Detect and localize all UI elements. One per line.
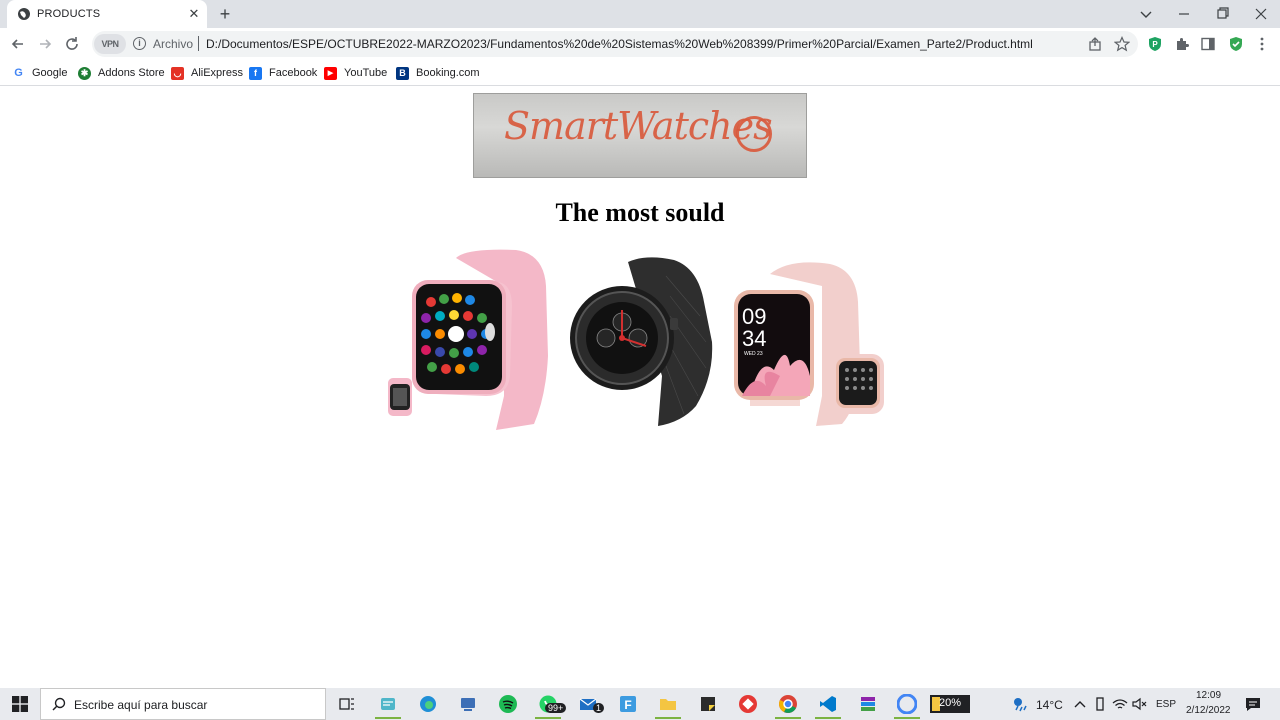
facebook-icon: f (249, 66, 262, 80)
globe-icon (18, 8, 30, 20)
tab-search-chevron-icon[interactable] (1136, 4, 1156, 24)
bookmark-label: Booking.com (416, 67, 480, 79)
bookmark-addons-store[interactable]: ✱ Addons Store (78, 65, 165, 81)
anydesk-icon[interactable] (738, 694, 758, 714)
bookmark-label: YouTube (344, 67, 388, 79)
running-indicator (775, 717, 801, 719)
winrar-icon[interactable] (858, 694, 878, 714)
bookmark-google[interactable]: G Google (12, 65, 67, 81)
new-tab-button[interactable]: + (216, 5, 234, 23)
menu-kebab-icon[interactable] (1254, 36, 1270, 52)
side-panel-icon[interactable] (1200, 36, 1216, 52)
weather-icon[interactable] (1010, 694, 1030, 714)
running-indicator (375, 717, 401, 719)
filezilla-icon[interactable]: F (618, 694, 638, 714)
mail-badge: 1 (593, 703, 605, 713)
tray-chevron-up-icon[interactable] (1070, 694, 1090, 714)
sticky-notes-icon[interactable] (698, 694, 718, 714)
bookmark-label: Facebook (269, 67, 318, 79)
file-explorer-notes-icon[interactable] (378, 694, 398, 714)
smartwatches-banner-image: SmartWatches (473, 93, 807, 178)
aliexpress-icon: ◡ (171, 66, 184, 80)
language-indicator[interactable]: ESP (1156, 699, 1176, 710)
clock-date[interactable]: 2/12/2022 (1186, 705, 1231, 716)
close-window-icon[interactable] (1251, 4, 1271, 24)
usb-device-icon[interactable] (1090, 694, 1110, 714)
windows-start-icon[interactable] (12, 696, 28, 712)
bookmark-booking[interactable]: B Booking.com (396, 65, 480, 81)
watch-minute: 34 (742, 326, 766, 351)
search-icon (52, 697, 66, 711)
taskbar-search-box[interactable]: Escribe aquí para buscar (40, 688, 326, 720)
vscode-icon[interactable] (818, 694, 838, 714)
wifi-icon[interactable] (1110, 694, 1130, 714)
share-icon[interactable] (1087, 36, 1103, 52)
bookmark-star-icon[interactable] (1114, 36, 1130, 52)
svg-text:P: P (1152, 40, 1158, 49)
chrome-icon[interactable] (778, 694, 798, 714)
bookmark-aliexpress[interactable]: ◡ AliExpress (171, 65, 243, 81)
tab-strip: PRODUCTS ✕ + (0, 0, 1280, 28)
tab-close-icon[interactable]: ✕ (187, 7, 201, 21)
tab-title: PRODUCTS (37, 8, 101, 20)
folder-icon[interactable] (658, 694, 678, 714)
notifications-icon[interactable] (1243, 694, 1263, 714)
battery-widget[interactable]: 20% (930, 695, 970, 713)
running-indicator (655, 717, 681, 719)
speaker-muted-icon[interactable] (1130, 694, 1150, 714)
scheme-label: Archivo (153, 37, 194, 51)
whatsapp-badge: 99+ (545, 703, 567, 713)
page-content: SmartWatches The most sould 09 34 WED 23 (0, 86, 1280, 688)
url-text[interactable]: D:/Documentos/ESPE/OCTUBRE2022-MARZO2023… (206, 37, 1033, 51)
running-indicator (894, 717, 920, 719)
youtube-icon: ▶ (324, 66, 337, 80)
watch-date: WED 23 (744, 351, 763, 357)
address-bar[interactable]: VPN i Archivo D:/Documentos/ESPE/OCTUBRE… (92, 31, 1138, 57)
restore-icon[interactable] (1212, 4, 1232, 24)
tab-products[interactable]: PRODUCTS ✕ (7, 0, 207, 28)
product-image-black-smartwatch[interactable] (566, 246, 716, 432)
active-browser-icon[interactable] (897, 694, 917, 714)
bookmark-label: Google (32, 67, 68, 79)
banner-text: SmartWatches (504, 104, 773, 148)
back-arrow-icon[interactable] (8, 34, 28, 54)
minimize-icon[interactable] (1174, 4, 1194, 24)
booking-icon: B (396, 66, 409, 80)
bookmark-label: Addons Store (98, 67, 165, 79)
extensions-puzzle-icon[interactable] (1174, 36, 1190, 52)
spotify-icon[interactable] (498, 694, 518, 714)
product-image-rose-smartwatch[interactable]: 09 34 WED 23 (730, 246, 890, 432)
weather-temp[interactable]: 14°C (1036, 698, 1063, 712)
windows-taskbar: Escribe aquí para buscar 99+ 1 F 20% 14°… (0, 688, 1280, 720)
bookmark-label: AliExpress (191, 67, 243, 79)
page-heading: The most sould (555, 198, 725, 227)
security-shield-icon[interactable] (1228, 36, 1244, 52)
bookmark-facebook[interactable]: f Facebook (249, 65, 317, 81)
forward-arrow-icon[interactable] (35, 34, 55, 54)
running-indicator (535, 717, 561, 719)
search-placeholder: Escribe aquí para buscar (74, 698, 208, 712)
bookmarks-bar: G Google ✱ Addons Store ◡ AliExpress f F… (0, 60, 1280, 86)
privacy-badger-icon[interactable]: P (1147, 36, 1163, 52)
svg-text:F: F (624, 698, 631, 712)
site-info-icon[interactable]: i (133, 37, 146, 50)
address-separator (198, 36, 199, 51)
bookmark-youtube[interactable]: ▶ YouTube (324, 65, 387, 81)
addons-store-icon: ✱ (78, 66, 91, 80)
battery-percent: 20% (939, 697, 962, 709)
smiley-watch-drawing (736, 116, 772, 152)
google-icon: G (12, 66, 25, 80)
task-view-icon[interactable] (337, 694, 357, 714)
vpn-badge[interactable]: VPN (94, 34, 126, 54)
reload-icon[interactable] (62, 34, 82, 54)
clock-time[interactable]: 12:09 (1196, 690, 1221, 701)
product-image-pink-smartwatch[interactable] (386, 246, 556, 432)
browser-toolbar: VPN i Archivo D:/Documentos/ESPE/OCTUBRE… (0, 28, 1280, 60)
edge-icon[interactable] (418, 694, 438, 714)
network-manager-icon[interactable] (458, 694, 478, 714)
running-indicator (815, 717, 841, 719)
